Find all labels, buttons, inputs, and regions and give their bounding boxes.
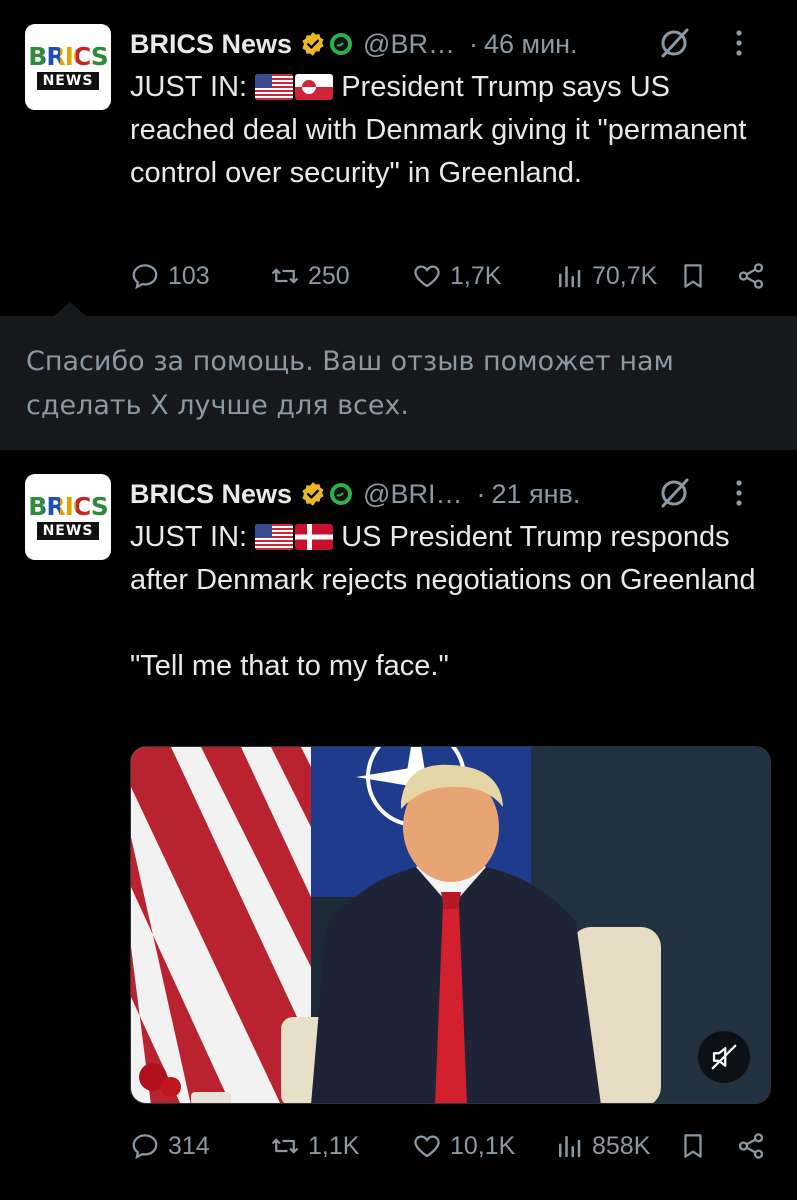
- like-button[interactable]: 1,7K: [412, 256, 501, 296]
- more-options-icon[interactable]: [735, 26, 743, 60]
- avatar-logo-subtext: NEWS: [36, 72, 100, 90]
- avatar-logo-text: BRICS: [28, 42, 108, 71]
- separator-dot: ·: [476, 478, 486, 509]
- reply-count: 103: [168, 261, 210, 290]
- feedback-message: Спасибо за помощь. Ваш отзыв поможет нам…: [26, 346, 674, 421]
- views-button[interactable]: 70,7K: [554, 256, 657, 296]
- feedback-notch: [54, 302, 86, 316]
- feedback-banner: Спасибо за помощь. Ваш отзыв поможет нам…: [0, 302, 797, 450]
- verified-gold-icon: [302, 32, 324, 56]
- views-chart-icon: [559, 1136, 581, 1158]
- timestamp[interactable]: 46 мин.: [484, 29, 578, 60]
- affiliate-badge-icon: [330, 483, 353, 505]
- bookmark-icon: [684, 1134, 702, 1158]
- tweet-text-prefix: JUST IN:: [130, 521, 256, 553]
- us-flag-icon: [255, 524, 294, 550]
- avatar[interactable]: BRICS NEWS: [25, 474, 111, 560]
- repost-button[interactable]: 1,1K: [270, 1126, 359, 1166]
- avatar[interactable]: BRICS NEWS: [25, 24, 111, 110]
- like-button[interactable]: 10,1K: [412, 1126, 515, 1166]
- tweet-1[interactable]: BRICS NEWS BRICS News @BR… · 46 мин. JUS…: [0, 0, 797, 316]
- author-handle[interactable]: @BR…: [363, 29, 455, 60]
- views-count: 70,7K: [592, 261, 658, 290]
- tweet-text-main: JUST IN: US President Trump responds aft…: [130, 516, 770, 602]
- repost-button[interactable]: 250: [270, 256, 350, 296]
- share-icon: [738, 1133, 764, 1159]
- repost-count: 250: [308, 261, 350, 290]
- share-button[interactable]: [736, 1126, 766, 1166]
- denmark-flag-icon: [295, 524, 334, 550]
- video-player[interactable]: [130, 746, 771, 1104]
- reply-button[interactable]: 314: [130, 1126, 210, 1166]
- greenland-flag-icon: [295, 74, 334, 100]
- views-count: 858K: [592, 1131, 651, 1160]
- separator-dot: ·: [468, 28, 478, 59]
- timestamp[interactable]: 21 янв.: [491, 479, 580, 510]
- tweet-actions: 314 1,1K 10,1K 858K: [130, 1126, 770, 1166]
- author-handle[interactable]: @BRI…: [363, 479, 462, 510]
- author-name[interactable]: BRICS News: [130, 29, 292, 60]
- mute-toggle-button[interactable]: [698, 1031, 750, 1083]
- bookmark-button[interactable]: [678, 256, 708, 296]
- author-name[interactable]: BRICS News: [130, 479, 292, 510]
- like-count: 1,7K: [450, 261, 502, 290]
- views-chart-icon: [559, 266, 581, 288]
- bookmark-icon: [684, 264, 702, 288]
- verified-gold-icon: [302, 482, 324, 506]
- reply-count: 314: [168, 1131, 210, 1160]
- grok-icon[interactable]: [657, 476, 691, 510]
- video-frame: [131, 747, 770, 1103]
- tweet-text-prefix: JUST IN:: [130, 71, 256, 103]
- views-button[interactable]: 858K: [554, 1126, 650, 1166]
- grok-icon[interactable]: [657, 26, 691, 60]
- reply-icon: [132, 1134, 158, 1160]
- tweet-2[interactable]: BRICS NEWS BRICS News @BRI… · 21 янв. JU…: [0, 450, 797, 1200]
- heart-icon: [414, 1135, 440, 1158]
- tweet-text: JUST IN: US President Trump responds aft…: [130, 516, 770, 688]
- repost-icon: [271, 268, 299, 284]
- repost-count: 1,1K: [308, 1131, 360, 1160]
- tweet-quote: "Tell me that to my face.": [130, 650, 449, 682]
- tweet-text: JUST IN: President Trump says US reached…: [130, 66, 770, 195]
- heart-icon: [414, 265, 440, 288]
- more-options-icon[interactable]: [735, 476, 743, 510]
- muted-speaker-icon: [711, 1044, 737, 1070]
- share-icon: [738, 263, 764, 289]
- share-button[interactable]: [736, 256, 766, 296]
- tweet-header: BRICS News @BR… · 46 мин.: [130, 26, 777, 62]
- reply-icon: [132, 264, 158, 290]
- us-flag-icon: [255, 74, 294, 100]
- avatar-logo-text: BRICS: [28, 492, 108, 521]
- tweet-header: BRICS News @BRI… · 21 янв.: [130, 476, 777, 512]
- reply-button[interactable]: 103: [130, 256, 210, 296]
- bookmark-button[interactable]: [678, 1126, 708, 1166]
- tweet-actions: 103 250 1,7K 70,7K: [130, 256, 770, 296]
- avatar-logo-subtext: NEWS: [36, 522, 100, 540]
- repost-icon: [271, 1138, 299, 1154]
- like-count: 10,1K: [450, 1131, 516, 1160]
- affiliate-badge-icon: [330, 33, 353, 55]
